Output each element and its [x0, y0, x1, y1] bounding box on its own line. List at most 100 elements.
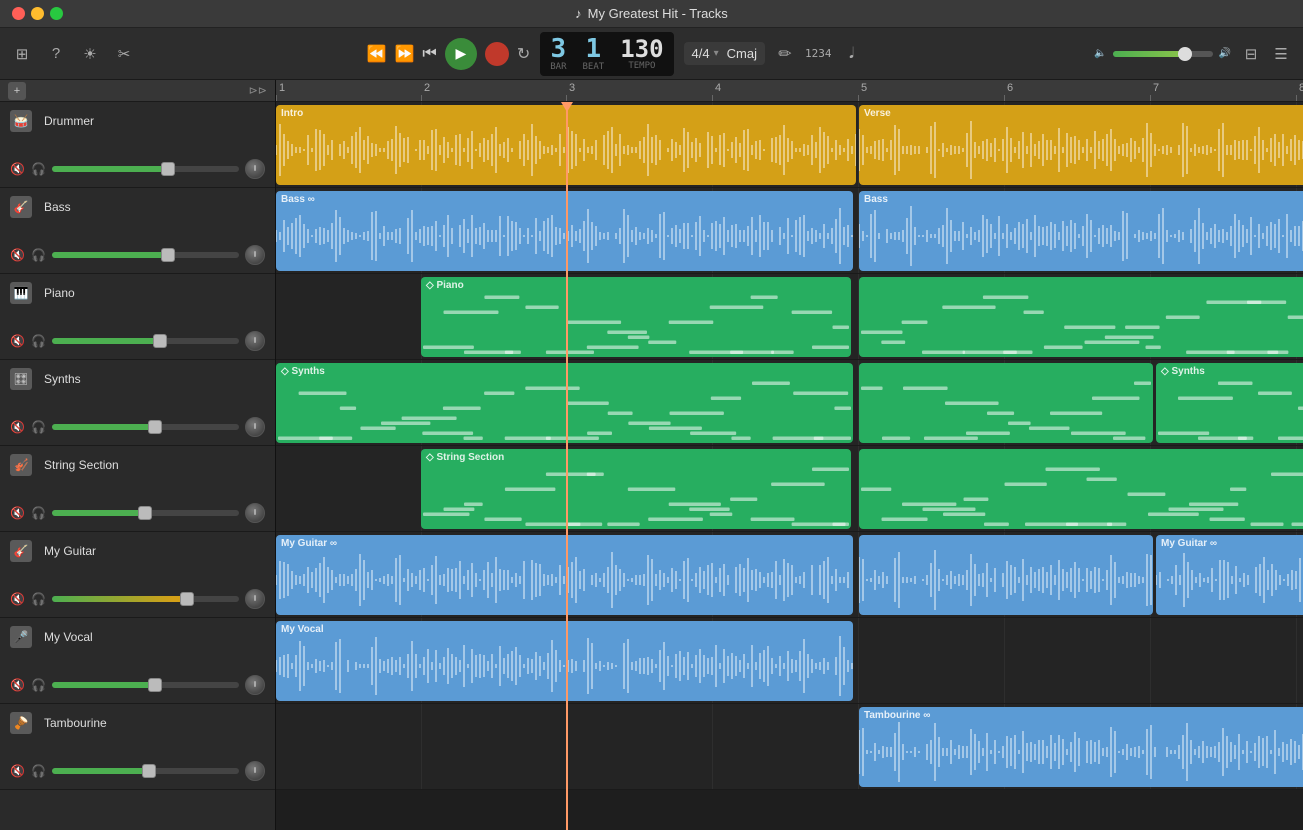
fader-drummer[interactable] [52, 166, 239, 172]
pencil-icon[interactable]: ✏ [775, 44, 795, 64]
track-item-string-section[interactable]: 🎻 String Section 🔇 🎧 [0, 446, 275, 532]
pan-knob-my-guitar[interactable] [245, 589, 265, 609]
mixer-icon[interactable]: ☰ [1271, 44, 1291, 64]
piano-icon: 🎹 [10, 282, 32, 304]
go-to-start-button[interactable]: ⏮ [422, 45, 436, 63]
headphone-button-my-guitar[interactable]: 🎧 [31, 592, 46, 606]
fader-my-guitar[interactable] [52, 596, 239, 602]
mute-button-drummer[interactable]: 🔇 [10, 162, 25, 176]
region-drummer-1[interactable]: Verse [859, 105, 1303, 185]
maximize-button[interactable] [50, 7, 63, 20]
region-label-my-vocal-0: My Vocal [281, 624, 324, 635]
headphone-button-bass[interactable]: 🎧 [31, 248, 46, 262]
track-name-drummer: Drummer [44, 114, 94, 128]
track-item-piano[interactable]: 🎹 Piano 🔇 🎧 [0, 274, 275, 360]
track-list-header: + ⊳⊳ [0, 80, 275, 102]
ruler-tick [712, 95, 713, 102]
track-item-tambourine[interactable]: 🪘 Tambourine 🔇 🎧 [0, 704, 275, 790]
title-icon: ♪ [575, 6, 582, 21]
region-my-vocal-0[interactable]: My Vocal [276, 621, 853, 701]
brightness-icon[interactable]: ☀ [80, 44, 100, 64]
region-bass-1[interactable]: Bass [859, 191, 1303, 271]
minimize-button[interactable] [31, 7, 44, 20]
timeline-ruler: 12345678 [276, 80, 1303, 102]
track-item-synths[interactable]: 🎛 Synths 🔇 🎧 [0, 360, 275, 446]
pan-knob-string-section[interactable] [245, 503, 265, 523]
region-label-bass-1: Bass [864, 194, 888, 205]
metronome-icon[interactable]: 𝅘𝅥 [842, 44, 862, 64]
track-list-options-button[interactable]: ⊳⊳ [249, 84, 267, 97]
mute-button-piano[interactable]: 🔇 [10, 334, 25, 348]
track-name-piano: Piano [44, 286, 75, 300]
fader-string-section[interactable] [52, 510, 239, 516]
fader-synths[interactable] [52, 424, 239, 430]
beat-display: 1 BEAT [583, 36, 605, 72]
pan-knob-my-vocal[interactable] [245, 675, 265, 695]
pan-knob-drummer[interactable] [245, 159, 265, 179]
track-item-my-guitar[interactable]: 🎸 My Guitar 🔇 🎧 [0, 532, 275, 618]
fader-tambourine[interactable] [52, 768, 239, 774]
headphone-button-tambourine[interactable]: 🎧 [31, 764, 46, 778]
pan-knob-bass[interactable] [245, 245, 265, 265]
pan-knob-piano[interactable] [245, 331, 265, 351]
region-my-guitar-0[interactable]: My Guitar ∞ [276, 535, 853, 615]
scissors-icon[interactable]: ✂ [114, 44, 134, 64]
region-piano-1[interactable] [859, 277, 1303, 357]
region-synths-1[interactable] [859, 363, 1153, 443]
mute-button-my-vocal[interactable]: 🔇 [10, 678, 25, 692]
record-button[interactable] [485, 42, 509, 66]
mute-button-bass[interactable]: 🔇 [10, 248, 25, 262]
mute-button-my-guitar[interactable]: 🔇 [10, 592, 25, 606]
region-my-guitar-1[interactable] [859, 535, 1153, 615]
region-bass-0[interactable]: Bass ∞ [276, 191, 853, 271]
fader-my-vocal[interactable] [52, 682, 239, 688]
piano-roll-icon[interactable]: ⊟ [1241, 44, 1261, 64]
library-icon[interactable]: ⊞ [12, 44, 32, 64]
track-name-tambourine: Tambourine [44, 716, 107, 730]
region-drummer-0[interactable]: Intro [276, 105, 856, 185]
track-item-my-vocal[interactable]: 🎤 My Vocal 🔇 🎧 [0, 618, 275, 704]
headphone-button-my-vocal[interactable]: 🎧 [31, 678, 46, 692]
drum-icon: 🥁 [10, 110, 32, 132]
mute-button-tambourine[interactable]: 🔇 [10, 764, 25, 778]
window-controls [12, 7, 63, 20]
region-my-guitar-2[interactable]: My Guitar ∞ [1156, 535, 1303, 615]
region-viz-string-section-1 [859, 449, 1303, 529]
headphone-button-synths[interactable]: 🎧 [31, 420, 46, 434]
track-item-drummer[interactable]: 🥁 Drummer 🔇 🎧 [0, 102, 275, 188]
pan-knob-synths[interactable] [245, 417, 265, 437]
cycle-button[interactable]: ↻ [517, 44, 530, 64]
mute-button-synths[interactable]: 🔇 [10, 420, 25, 434]
pan-knob-tambourine[interactable] [245, 761, 265, 781]
grid-line [712, 704, 713, 789]
rewind-button[interactable]: ⏪ [367, 44, 387, 64]
help-icon[interactable]: ? [46, 44, 66, 64]
region-synths-0[interactable]: ◇ Synths [276, 363, 853, 443]
tempo-label: TEMPO [628, 61, 655, 71]
toolbar: ⊞ ? ☀ ✂ ⏪ ⏩ ⏮ ▶ ↻ 3 BAR 1 BEAT 130 TEMPO [0, 28, 1303, 80]
add-track-button[interactable]: + [8, 82, 26, 100]
title-bar: ♪ My Greatest Hit - Tracks [0, 0, 1303, 28]
play-button[interactable]: ▶ [445, 38, 477, 70]
track-item-bass[interactable]: 🎸 Bass 🔇 🎧 [0, 188, 275, 274]
region-synths-2[interactable]: ◇ Synths [1156, 363, 1303, 443]
window-title: ♪ My Greatest Hit - Tracks [575, 6, 728, 21]
time-signature-display[interactable]: 4/4 ▾ Cmaj [684, 42, 765, 65]
arrangement-row-string-section: ◇ String Section [276, 446, 1303, 532]
region-tambourine-0[interactable]: Tambourine ∞ [859, 707, 1303, 787]
headphone-button-string-section[interactable]: 🎧 [31, 506, 46, 520]
close-button[interactable] [12, 7, 25, 20]
headphone-button-piano[interactable]: 🎧 [31, 334, 46, 348]
track-name-bass: Bass [44, 200, 71, 214]
region-label-drummer-1: Verse [864, 108, 891, 119]
volume-slider[interactable] [1113, 51, 1213, 57]
region-string-section-1[interactable] [859, 449, 1303, 529]
main-area: + ⊳⊳ 🥁 Drummer 🔇 🎧 🎸 Bass [0, 80, 1303, 830]
fader-bass[interactable] [52, 252, 239, 258]
headphone-button-drummer[interactable]: 🎧 [31, 162, 46, 176]
region-piano-0[interactable]: ◇ Piano [421, 277, 851, 357]
fast-forward-button[interactable]: ⏩ [395, 44, 415, 64]
fader-piano[interactable] [52, 338, 239, 344]
region-string-section-0[interactable]: ◇ String Section [421, 449, 851, 529]
mute-button-string-section[interactable]: 🔇 [10, 506, 25, 520]
